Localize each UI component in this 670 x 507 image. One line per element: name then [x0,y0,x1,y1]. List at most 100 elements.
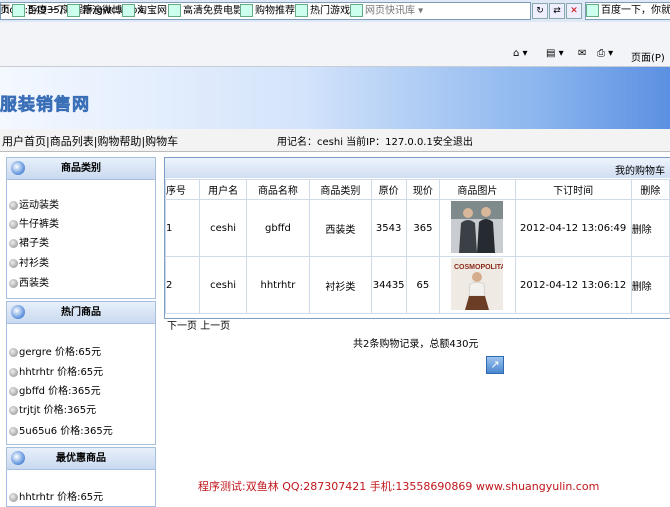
cart-summary: 共2条购物记录，总额430元 [353,339,479,350]
footer-credits: 程序测试:双鱼林 QQ:287307421 手机:13558690869 www… [198,480,600,493]
weibo-icon [67,4,80,17]
category-item[interactable]: 裙子类 [9,236,49,252]
feeds-icon[interactable]: ▤ ▾ [546,48,564,59]
command-bar [0,44,670,67]
favorite-link[interactable]: 网页快讯库 ▾ [350,4,423,18]
table-header-row: 序号 用户名 商品名称 商品类别 原价 现价 商品图片 下订时间 删除 [164,179,670,200]
row-user: ceshi [199,199,247,257]
favorite-link[interactable]: 新浪微博 [67,4,122,18]
category-item[interactable]: 衬衫类 [9,256,49,272]
favorite-link[interactable]: 购物推荐 [240,4,295,18]
deal-item[interactable]: hhtrhtr 价格:65元 [9,490,103,506]
table-row: 2 ceshi hhtrhtr 衬衫类 34435 65 COSMOPOLITA… [164,256,670,314]
user-info: 用记名：ceshi 当前IP：127.0.0.1安全退出 [277,137,473,148]
hot-product-item[interactable]: gergre 价格:65元 [9,345,101,361]
hot-product-item[interactable]: gbffd 价格:365元 [9,384,101,400]
home-icon[interactable]: ⌂ ▾ [513,48,528,59]
main-nav: 用户首页|商品列表|购物帮助|购物车 [2,135,179,148]
globe-icon [11,305,25,319]
delete-link[interactable]: 删除 [630,199,670,257]
shopping-icon [240,4,253,17]
row-number: 2 [164,256,201,314]
row-image-cell [439,199,516,257]
row-order-time: 2012-04-12 13:06:12 [514,256,632,314]
globe-icon [11,451,25,465]
globe-icon [11,161,25,175]
hot-products-header: 热门商品 [6,301,156,324]
bullet-icon [9,278,18,288]
mail-icon[interactable]: ✉ [578,48,586,59]
favorite-link[interactable]: 淘宝网 [122,4,167,18]
nav-home-link[interactable]: 用户首页 [2,135,46,148]
bullet-icon [9,238,18,248]
stop-icon[interactable]: ✕ [566,3,582,19]
favorites-bar [0,22,670,45]
svg-text:COSMOPOLITAN: COSMOPOLITAN [454,264,503,271]
baidu-search-icon [586,3,599,17]
cart-header-bar [165,158,670,178]
site-title: 服装销售网 [0,95,90,116]
bullet-icon [9,258,18,268]
nav-help-link[interactable]: 购物帮助 [97,135,141,148]
categories-header: 商品类别 [6,157,156,180]
row-original-price: 34435 [370,256,407,314]
compat-view-icon[interactable]: ⇄ [549,3,565,19]
category-item[interactable]: 牛仔裤类 [9,217,59,233]
column-header: 删除 [630,179,670,200]
row-price: 365 [405,199,441,257]
favorite-link[interactable]: 热门游戏 [295,4,350,18]
column-header: 用户名 [199,179,247,200]
column-header: 商品名称 [245,179,311,200]
category-item[interactable]: 运动装类 [9,198,59,214]
row-number: 1 [164,199,201,257]
row-order-time: 2012-04-12 13:06:49 [514,199,632,257]
deals-header: 最优惠商品 [6,447,156,470]
cart-table: 序号 用户名 商品名称 商品类别 原价 现价 商品图片 下订时间 删除 1 ce… [164,179,670,314]
row-user: ceshi [199,256,247,314]
row-category: 西装类 [309,199,372,257]
magazine-cover-image: COSMOPOLITAN [451,257,511,310]
bullet-icon [9,347,18,357]
column-header: 现价 [405,179,441,200]
couple-photo-image [451,200,504,253]
site-banner [0,67,670,129]
column-header: 下订时间 [514,179,632,200]
hot-product-item[interactable]: trjtjt 价格:365元 [9,403,96,419]
hot-product-item[interactable]: hhtrhtr 价格:65元 [9,365,103,381]
print-icon[interactable]: ⎙ ▾ [597,48,613,59]
game-icon [295,4,308,17]
nav-cart-link[interactable]: 购物车 [145,135,178,148]
bullet-icon [9,200,18,210]
column-header: 序号 [164,179,201,200]
refresh-icon[interactable]: ↻ [532,3,548,19]
hot-product-item[interactable]: 5u65u6 价格:365元 [9,424,113,440]
cart-title: 我的购物车 [615,166,665,177]
delete-link[interactable]: 删除 [630,256,670,314]
row-product-name: hhtrhtr [245,256,311,314]
category-item[interactable]: 西装类 [9,276,49,292]
taobao-icon [122,4,135,17]
bullet-icon [9,405,18,415]
baidu-icon [12,4,25,17]
bullet-icon [9,426,18,436]
pager-links[interactable]: 下一页 上一页 [167,317,230,332]
row-original-price: 3543 [370,199,407,257]
column-header: 商品图片 [439,179,516,200]
arrow-up-right-icon[interactable]: ↗ [486,356,504,374]
row-category: 衬衫类 [309,256,372,314]
bullet-icon [9,386,18,396]
search-input[interactable]: 百度一下，你就知道 [585,2,670,20]
webslice-icon [350,4,363,17]
bullet-icon [9,492,18,502]
bullet-icon [9,219,18,229]
column-header: 原价 [370,179,407,200]
table-row: 1 ceshi gbffd 西装类 3543 365 2012-04-12 13… [164,199,670,257]
favorite-link[interactable]: 高清免费电影 [168,4,243,18]
fav-cut-label: 页 [0,5,10,16]
nav-products-link[interactable]: 商品列表 [50,135,94,148]
bullet-icon [9,367,18,377]
movie-icon [168,4,181,17]
column-header: 商品类别 [309,179,372,200]
favorite-link[interactable]: 百度一下 [12,4,67,18]
page-menu[interactable]: 页面(P) [631,49,665,64]
